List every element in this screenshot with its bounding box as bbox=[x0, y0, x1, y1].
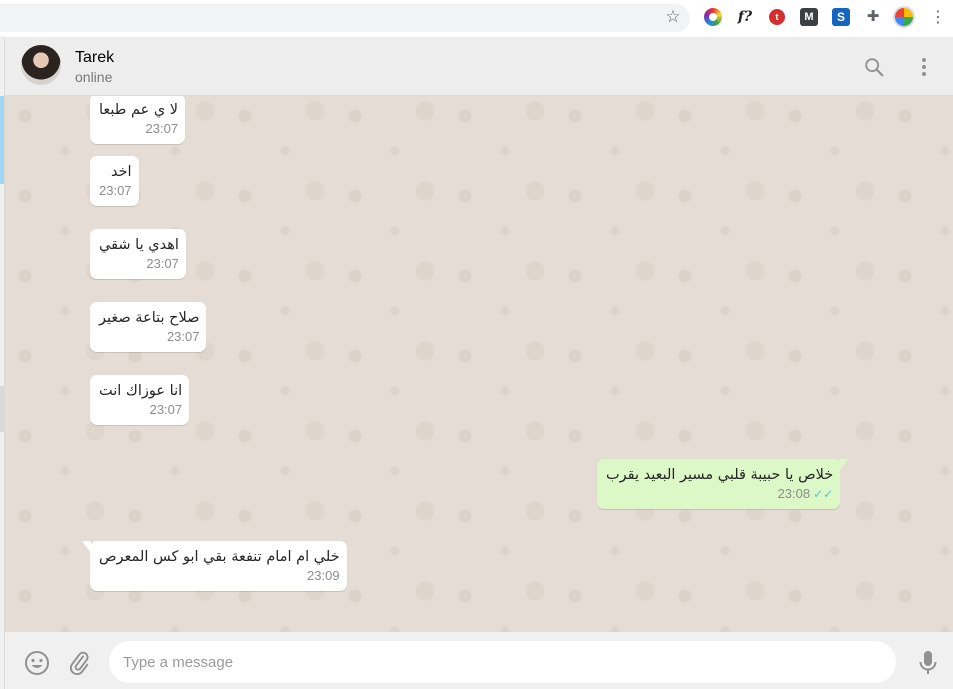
message-time: 23:09 bbox=[307, 568, 340, 583]
more-icon[interactable]: ⋮ bbox=[930, 8, 946, 28]
message-meta: 23:08 ✓✓ bbox=[606, 486, 834, 502]
color-wheel-icon[interactable] bbox=[704, 8, 722, 26]
star-icon[interactable]: ☆ bbox=[664, 8, 682, 26]
emoji-icon[interactable] bbox=[24, 650, 50, 676]
message-text: لا ي عم طبعا bbox=[99, 102, 179, 118]
microphone-icon[interactable] bbox=[917, 649, 939, 677]
chat-messages[interactable]: لا ي عم طبعا 23:07 اخد 23:07 اهدي يا شقي… bbox=[4, 96, 953, 632]
menu-icon[interactable] bbox=[914, 56, 934, 78]
attach-icon[interactable] bbox=[67, 650, 91, 676]
message-text: اهدي يا شقي bbox=[99, 237, 179, 253]
message-text: انا عوزاك انت bbox=[99, 383, 183, 399]
contact-name[interactable]: Tarek bbox=[75, 49, 114, 67]
message-bubble-outgoing[interactable]: خلاص يا حبيبة قلبي مسير البعيد يقرب 23:0… bbox=[597, 459, 849, 509]
message-input[interactable] bbox=[109, 641, 896, 683]
profile-icon[interactable] bbox=[893, 6, 915, 28]
message-time: 23:07 bbox=[149, 402, 183, 417]
message-bubble[interactable]: انا عوزاك انت 23:07 bbox=[90, 375, 190, 425]
chat-header: Tarek online bbox=[4, 37, 953, 96]
message-time: 23:08 bbox=[777, 486, 811, 501]
read-receipt-icon: ✓✓ bbox=[813, 487, 834, 501]
message-bubble[interactable]: صلاح بتاعة صغير 23:07 bbox=[90, 302, 207, 352]
puzzle-icon[interactable]: ✚ bbox=[864, 8, 882, 26]
browser-toolbar: ☆ f? t M S ✚ ⋮ bbox=[0, 0, 953, 36]
message-bubble[interactable]: اخد 23:07 bbox=[90, 156, 139, 206]
message-time: 23:07 bbox=[166, 329, 200, 344]
message-time: 23:07 bbox=[145, 121, 179, 136]
font-ext-icon[interactable]: f? bbox=[736, 8, 754, 26]
address-bar[interactable] bbox=[0, 4, 690, 32]
message-text: صلاح بتاعة صغير bbox=[99, 310, 200, 326]
s-ext-icon[interactable]: S bbox=[832, 8, 850, 26]
contact-status: online bbox=[75, 69, 113, 85]
message-bubble[interactable]: اهدي يا شقي 23:07 bbox=[90, 229, 186, 279]
message-text: اخد bbox=[110, 164, 132, 180]
message-bubble[interactable]: خلي ام امام تنفعة بقي ابو كس المعرص 23:0… bbox=[82, 541, 347, 591]
m-ext-icon[interactable]: M bbox=[800, 8, 818, 26]
message-time: 23:07 bbox=[146, 256, 179, 271]
message-bubble[interactable]: لا ي عم طبعا 23:07 bbox=[90, 96, 186, 144]
red-ext-icon[interactable]: t bbox=[769, 9, 785, 25]
message-time: 23:07 bbox=[99, 183, 132, 198]
compose-bar bbox=[4, 632, 953, 689]
search-icon[interactable] bbox=[863, 56, 885, 78]
message-text: خلاص يا حبيبة قلبي مسير البعيد يقرب bbox=[606, 467, 834, 483]
avatar[interactable] bbox=[21, 45, 61, 85]
message-text: خلي ام امام تنفعة بقي ابو كس المعرص bbox=[99, 549, 340, 565]
